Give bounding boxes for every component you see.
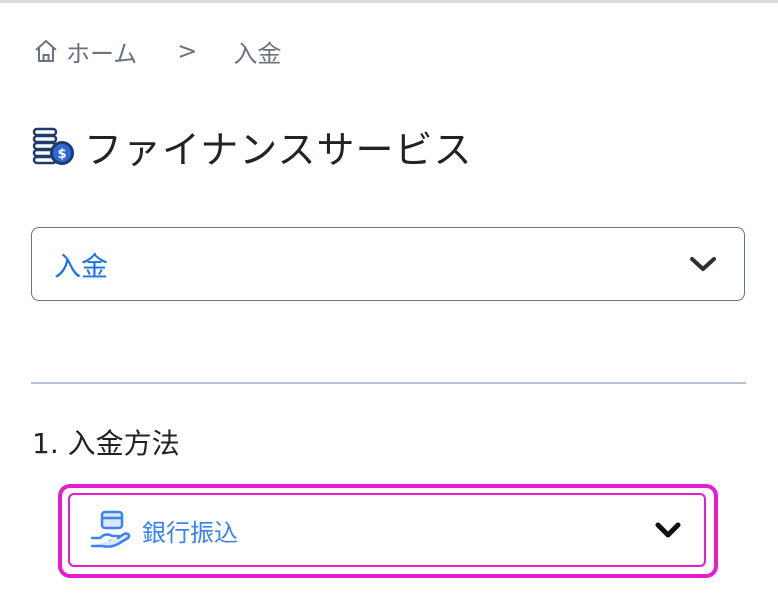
- transaction-type-select[interactable]: 入金: [31, 227, 745, 301]
- transaction-type-value: 入金: [54, 251, 108, 283]
- coins-dollar-icon: $: [32, 127, 74, 165]
- breadcrumb-separator: >: [177, 37, 198, 65]
- deposit-method-value: 銀行振込: [142, 518, 238, 547]
- page-title-text: ファイナンスサービス: [84, 127, 473, 172]
- home-icon[interactable]: [32, 37, 60, 65]
- chevron-down-icon: [655, 522, 681, 538]
- breadcrumb-current: 入金: [233, 39, 282, 68]
- svg-text:$: $: [57, 147, 66, 162]
- deposit-method-left: 銀行振込: [88, 508, 238, 552]
- bank-transfer-card-hand-icon: [90, 510, 131, 548]
- breadcrumb: ホーム > 入金: [32, 34, 281, 68]
- chevron-down-icon: [690, 257, 716, 271]
- deposit-method-select[interactable]: 銀行振込: [68, 493, 706, 567]
- section-divider: [31, 382, 746, 384]
- top-border: [0, 0, 778, 3]
- breadcrumb-home-link[interactable]: ホーム: [66, 34, 137, 69]
- page-title: $ ファイナンスサービス: [32, 118, 472, 174]
- section-title-deposit-method: 1. 入金方法: [32, 427, 180, 460]
